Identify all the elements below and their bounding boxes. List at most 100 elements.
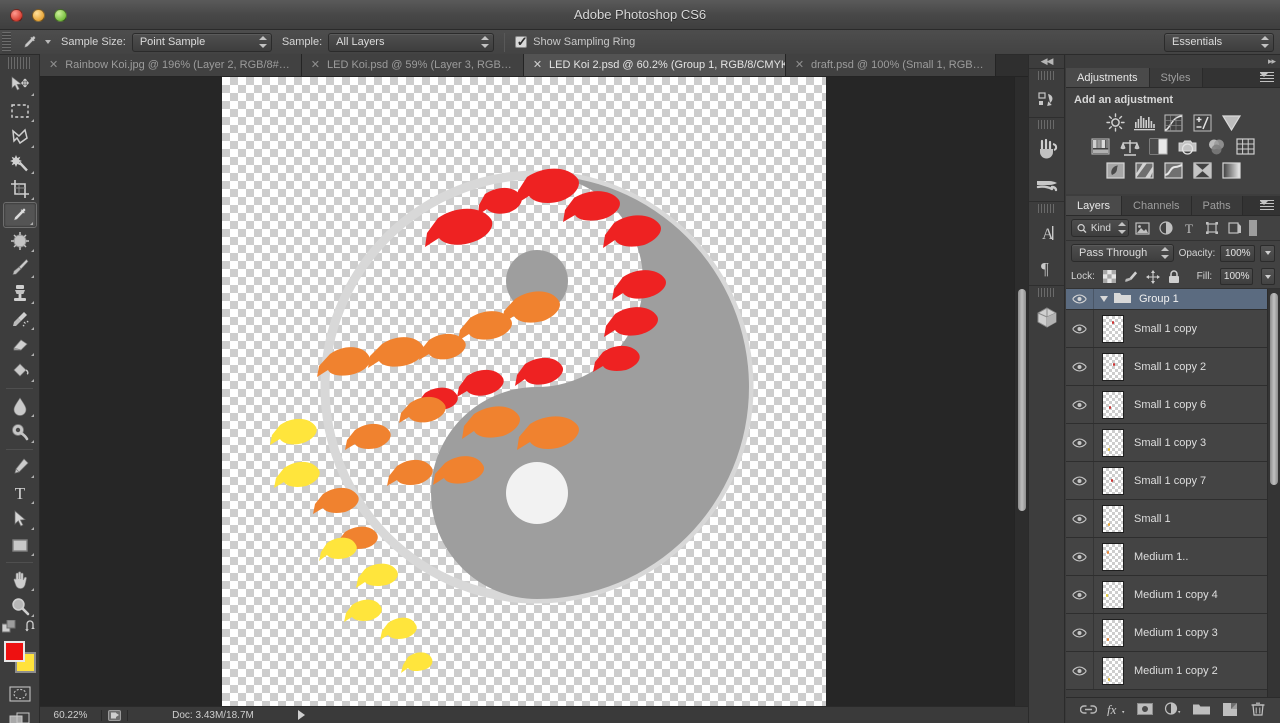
layer-style-fx-icon[interactable]: fx — [1106, 699, 1126, 719]
layer-visibility-toggle[interactable] — [1066, 652, 1094, 689]
sample-size-select[interactable]: Point Sample — [131, 32, 272, 52]
document-canvas[interactable] — [222, 77, 826, 706]
selective-color-icon[interactable] — [1191, 161, 1213, 180]
filter-toggle-icon[interactable] — [1248, 219, 1258, 237]
blend-stepper-icon[interactable] — [1160, 246, 1169, 260]
history-panel-icon[interactable] — [1029, 82, 1064, 117]
layer-thumbnail[interactable] — [1094, 314, 1132, 343]
blend-mode-select[interactable]: Pass Through — [1071, 244, 1174, 262]
layer-row[interactable]: Small 1 copy 3 — [1066, 424, 1280, 462]
layer-thumbnail[interactable] — [1094, 656, 1132, 685]
filter-shape-icon[interactable] — [1202, 219, 1221, 237]
canvas-vertical-scrollbar[interactable] — [1014, 77, 1028, 706]
paragraph-panel-icon[interactable]: ¶ — [1029, 250, 1064, 285]
3d-panel-icon[interactable] — [1029, 299, 1064, 334]
lasso-tool-icon[interactable] — [3, 124, 37, 150]
layer-row[interactable]: Small 1 copy — [1066, 310, 1280, 348]
color-swatches[interactable] — [3, 641, 37, 673]
vibrance-icon[interactable] — [1220, 113, 1242, 132]
zoom-level[interactable]: 60.22% — [40, 709, 102, 721]
document-tab[interactable]: ✕ Rainbow Koi.jpg @ 196% (Layer 2, RGB/8… — [40, 54, 302, 76]
close-icon[interactable]: ✕ — [49, 59, 58, 71]
checkbox-icon[interactable] — [515, 34, 528, 50]
lock-transparent-pixels-icon[interactable] — [1102, 270, 1116, 284]
close-icon[interactable]: ✕ — [311, 59, 320, 71]
hue-saturation-icon[interactable] — [1090, 137, 1112, 156]
layer-row[interactable]: Medium 1 copy 4 — [1066, 576, 1280, 614]
layers-scrollbar[interactable] — [1267, 289, 1280, 697]
tool-preset-chevron-icon[interactable] — [45, 40, 51, 44]
layer-row[interactable]: Medium 1 copy 3 — [1066, 614, 1280, 652]
default-colors-icon[interactable] — [1, 619, 16, 637]
layer-thumbnail[interactable] — [1094, 352, 1132, 381]
tab-styles[interactable]: Styles — [1149, 68, 1203, 87]
document-tab[interactable]: ✕ draft.psd @ 100% (Small 1, RGB… — [785, 54, 996, 76]
channel-mixer-icon[interactable] — [1206, 137, 1228, 156]
rectangular-marquee-tool-icon[interactable] — [3, 98, 37, 124]
filter-smartobject-icon[interactable] — [1225, 219, 1244, 237]
character-panel-icon[interactable]: A — [1029, 215, 1064, 250]
quick-mask-mode-icon[interactable] — [3, 681, 37, 707]
sample-stepper-icon[interactable] — [480, 35, 490, 49]
fill-dropdown-icon[interactable] — [1261, 268, 1275, 285]
levels-icon[interactable] — [1133, 113, 1155, 132]
delete-layer-icon[interactable] — [1248, 699, 1268, 719]
eyedropper-tool-icon[interactable] — [2, 202, 37, 228]
black-white-icon[interactable] — [1148, 137, 1170, 156]
filter-type-icon[interactable]: T — [1179, 219, 1198, 237]
swap-colors-icon[interactable] — [24, 620, 38, 636]
layer-thumbnail[interactable] — [1094, 504, 1132, 533]
layer-visibility-toggle[interactable] — [1066, 289, 1094, 309]
scrollbar-thumb[interactable] — [1270, 293, 1278, 485]
layer-thumbnail[interactable] — [1094, 466, 1132, 495]
lock-all-icon[interactable] — [1168, 269, 1181, 284]
layer-visibility-toggle[interactable] — [1066, 614, 1094, 651]
dock-grip[interactable] — [1038, 288, 1055, 297]
layer-visibility-toggle[interactable] — [1066, 386, 1094, 423]
panel-collapse-icon[interactable]: ▸▸ — [1066, 55, 1280, 68]
tab-adjustments[interactable]: Adjustments — [1066, 68, 1150, 87]
screen-mode-icon[interactable] — [3, 707, 37, 723]
lock-position-icon[interactable] — [1145, 269, 1160, 284]
fill-value[interactable]: 100% — [1220, 268, 1254, 285]
move-tool-icon[interactable] — [3, 72, 37, 98]
layer-visibility-toggle[interactable] — [1066, 462, 1094, 499]
workspace-select[interactable]: Essentials — [1164, 32, 1274, 52]
layer-visibility-toggle[interactable] — [1066, 500, 1094, 537]
link-layers-icon[interactable] — [1078, 699, 1098, 719]
photo-filter-icon[interactable] — [1177, 137, 1199, 156]
layer-row[interactable]: Medium 1 copy 2 — [1066, 652, 1280, 690]
rectangle-tool-icon[interactable] — [3, 532, 37, 558]
foreground-color-swatch[interactable] — [3, 641, 25, 662]
new-layer-icon[interactable] — [1220, 699, 1240, 719]
show-sampling-ring-checkbox[interactable]: Show Sampling Ring — [515, 34, 635, 50]
screen-mode-icon[interactable] — [102, 709, 128, 721]
gradient-map-icon[interactable] — [1220, 161, 1242, 180]
dock-grip[interactable] — [1038, 204, 1055, 213]
pen-tool-icon[interactable] — [3, 454, 37, 480]
brightness-contrast-icon[interactable] — [1104, 113, 1126, 132]
curves-icon[interactable] — [1162, 113, 1184, 132]
collapse-panels-icon[interactable]: ◀◀ — [1029, 55, 1064, 68]
sample-size-stepper-icon[interactable] — [258, 35, 267, 49]
crop-tool-icon[interactable] — [3, 176, 37, 202]
add-layer-mask-icon[interactable] — [1135, 699, 1155, 719]
layer-thumbnail[interactable] — [1094, 390, 1132, 419]
options-bar-grip[interactable] — [2, 31, 11, 53]
group-expand-chevron-icon[interactable] — [1100, 296, 1108, 302]
layer-thumbnail[interactable] — [1094, 542, 1132, 571]
spot-healing-brush-tool-icon[interactable] — [3, 228, 37, 254]
layer-thumbnail[interactable] — [1094, 618, 1132, 647]
color-lookup-icon[interactable] — [1235, 137, 1257, 156]
layer-visibility-toggle[interactable] — [1066, 310, 1094, 347]
layer-visibility-toggle[interactable] — [1066, 576, 1094, 613]
eraser-tool-icon[interactable] — [3, 332, 37, 358]
adjustments-panel-menu-icon[interactable] — [1260, 72, 1274, 83]
layer-visibility-toggle[interactable] — [1066, 424, 1094, 461]
opacity-value[interactable]: 100% — [1220, 244, 1256, 262]
brush-presets-panel-icon[interactable] — [1029, 166, 1064, 201]
layer-thumbnail[interactable] — [1094, 428, 1132, 457]
lock-image-pixels-icon[interactable] — [1124, 270, 1138, 284]
opacity-dropdown-icon[interactable] — [1260, 244, 1275, 262]
magic-wand-tool-icon[interactable] — [3, 150, 37, 176]
